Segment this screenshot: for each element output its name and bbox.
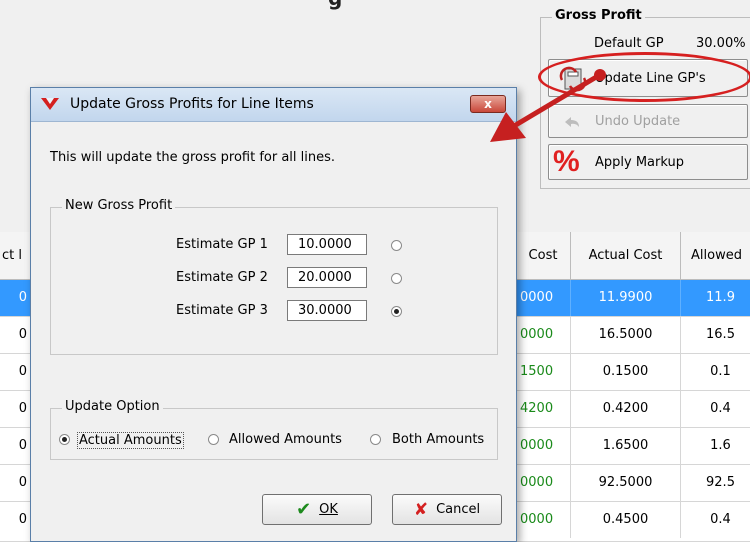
actual-amounts-radio[interactable] — [59, 434, 70, 445]
app-logo-icon — [41, 98, 59, 110]
new-gross-profit-group-title: New Gross Profit — [62, 198, 176, 213]
ok-button[interactable]: ✔ OK — [262, 494, 372, 525]
column-header-actual-cost[interactable]: Actual Cost — [571, 232, 681, 280]
allowed-amounts-label[interactable]: Allowed Amounts — [229, 432, 342, 447]
cell-actual-cost: 0.4500 — [571, 502, 681, 538]
default-gp-value: 30.00% — [696, 36, 746, 51]
cell-allowed: 1.6 — [681, 428, 750, 464]
column-header-first[interactable]: ct l — [0, 232, 32, 280]
gross-profit-group-title: Gross Profit — [552, 8, 645, 23]
actual-amounts-label[interactable]: Actual Amounts — [77, 432, 184, 449]
cell-cost: 4200 — [516, 391, 571, 427]
checkmark-icon: ✔ — [296, 499, 312, 520]
estimate-gp-1-radio[interactable] — [391, 240, 402, 251]
cell-cost: 0000 — [516, 280, 571, 316]
cancel-x-icon: ✘ — [413, 499, 429, 520]
cell-actual-cost: 1.6500 — [571, 428, 681, 464]
estimate-gp-1-label: Estimate GP 1 — [176, 237, 268, 252]
ok-label: OK — [319, 502, 338, 517]
estimate-gp-2-label: Estimate GP 2 — [176, 270, 268, 285]
cell-first: 0 — [0, 391, 32, 427]
cell-cost: 0000 — [516, 317, 571, 353]
cell-actual-cost: 92.5000 — [571, 465, 681, 501]
cell-cost: 0000 — [516, 428, 571, 464]
default-gp-label: Default GP — [594, 36, 664, 51]
cell-actual-cost: 16.5000 — [571, 317, 681, 353]
cell-first: 0 — [0, 354, 32, 390]
cell-first: 0 — [0, 465, 32, 501]
cell-actual-cost: 11.9900 — [571, 280, 681, 316]
column-header-allowed[interactable]: Allowed — [681, 232, 750, 280]
cell-first: 0 — [0, 317, 32, 353]
cell-first: 0 — [0, 502, 32, 538]
estimate-gp-2-input[interactable]: 20.0000 — [287, 267, 367, 288]
cell-allowed: 0.4 — [681, 502, 750, 538]
cell-cost: 1500 — [516, 354, 571, 390]
cell-cost: 0000 — [516, 465, 571, 501]
cell-allowed: 0.1 — [681, 354, 750, 390]
cancel-label: Cancel — [436, 502, 481, 517]
dialog-message: This will update the gross profit for al… — [50, 150, 336, 165]
estimate-gp-1-input[interactable]: 10.0000 — [287, 234, 367, 255]
dialog-title: Update Gross Profits for Line Items — [70, 96, 314, 112]
estimate-gp-3-radio[interactable] — [391, 306, 402, 317]
callout-arrow-icon — [490, 69, 606, 142]
cell-allowed: 0.4 — [681, 391, 750, 427]
both-amounts-radio[interactable] — [370, 434, 381, 445]
estimate-gp-3-label: Estimate GP 3 — [176, 303, 268, 318]
estimate-gp-2-radio[interactable] — [391, 273, 402, 284]
cell-allowed: 11.9 — [681, 280, 750, 316]
form-title-fragment: g — [328, 0, 342, 10]
allowed-amounts-radio[interactable] — [208, 434, 219, 445]
new-gross-profit-group — [50, 207, 498, 355]
column-header-cost[interactable]: Cost — [516, 232, 571, 280]
cell-first: 0 — [0, 280, 32, 316]
cell-allowed: 16.5 — [681, 317, 750, 353]
cell-allowed: 92.5 — [681, 465, 750, 501]
cancel-button[interactable]: ✘ Cancel — [392, 494, 502, 525]
cell-actual-cost: 0.4200 — [571, 391, 681, 427]
cell-first: 0 — [0, 428, 32, 464]
cell-actual-cost: 0.1500 — [571, 354, 681, 390]
cell-cost: 0000 — [516, 502, 571, 538]
both-amounts-label[interactable]: Both Amounts — [392, 432, 484, 447]
estimate-gp-3-input[interactable]: 30.0000 — [287, 300, 367, 321]
update-option-group-title: Update Option — [62, 399, 163, 414]
